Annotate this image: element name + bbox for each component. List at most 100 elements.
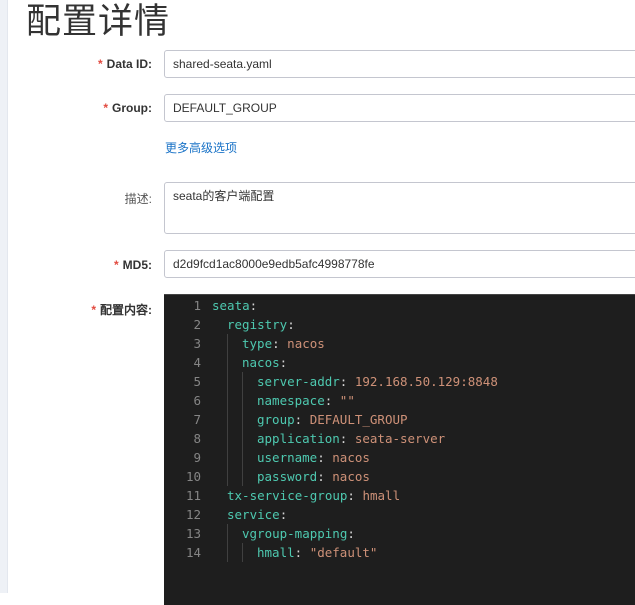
group-label-text: Group: (112, 101, 152, 115)
indent-guide (212, 353, 227, 372)
data-id-label: * Data ID: (98, 57, 152, 71)
yaml-key: vgroup-mapping (242, 526, 348, 541)
code-line: 8 application: seata-server (164, 429, 635, 448)
code-line: 7 group: DEFAULT_GROUP (164, 410, 635, 429)
yaml-colon: : (317, 469, 325, 484)
yaml-key: type (242, 336, 273, 351)
code-line: 3 type: nacos (164, 334, 635, 353)
line-number: 9 (193, 450, 201, 465)
indent-guide (242, 391, 257, 410)
indent-guide (227, 467, 242, 486)
sidebar-edge (0, 0, 8, 593)
code-line: 2 registry: (164, 315, 635, 334)
data-id-field[interactable] (164, 50, 635, 78)
indent-guide (212, 467, 227, 486)
indent-guide (242, 429, 257, 448)
indent-guide (242, 467, 257, 486)
yaml-key: group (257, 412, 295, 427)
code-content: application: seata-server (212, 429, 445, 448)
line-number: 2 (193, 317, 201, 332)
yaml-colon: : (287, 317, 295, 332)
code-content: server-addr: 192.168.50.129:8848 (212, 372, 498, 391)
yaml-value: nacos (324, 469, 370, 484)
indent-guide (242, 372, 257, 391)
code-content: hmall: "default" (212, 543, 377, 562)
description-label-text: 描述: (124, 192, 152, 206)
yaml-value: DEFAULT_GROUP (302, 412, 408, 427)
yaml-key: username (257, 450, 318, 465)
code-content: registry: (212, 315, 295, 334)
advanced-options-link[interactable]: 更多高级选项 (165, 139, 237, 156)
required-mark: * (103, 101, 108, 115)
code-content: namespace: "" (212, 391, 355, 410)
line-number: 1 (193, 298, 201, 313)
line-number: 12 (185, 507, 201, 522)
code-content: tx-service-group: hmall (212, 486, 400, 505)
md5-field[interactable] (164, 250, 635, 278)
code-line: 9 username: nacos (164, 448, 635, 467)
yaml-value: hmall (354, 488, 401, 503)
indent-guide (212, 543, 227, 562)
line-number: 11 (185, 488, 201, 503)
yaml-key: namespace (257, 393, 325, 408)
yaml-value: nacos (279, 336, 325, 351)
code-line: 1 seata: (164, 296, 635, 315)
indent-guide (212, 429, 227, 448)
indent-guide (242, 448, 257, 467)
yaml-colon: : (347, 488, 355, 503)
md5-label-text: MD5: (122, 258, 152, 272)
code-content: type: nacos (212, 334, 325, 353)
yaml-key: nacos (242, 355, 280, 370)
code-editor[interactable]: 1 seata: 2 registry: 3 type: nacos 4 nacos: 5 ser… (164, 294, 635, 605)
code-line: 14 hmall: "default" (164, 543, 635, 562)
indent-guide (242, 410, 257, 429)
code-line: 5 server-addr: 192.168.50.129:8848 (164, 372, 635, 391)
indent-guide (227, 448, 242, 467)
yaml-colon: : (272, 336, 280, 351)
yaml-colon: : (249, 298, 258, 313)
indent-guide (227, 372, 242, 391)
indent-guide (227, 391, 242, 410)
content-label-text: 配置内容: (100, 303, 152, 317)
indent-guide (227, 524, 242, 543)
code-line: 13 vgroup-mapping: (164, 524, 635, 543)
code-content: group: DEFAULT_GROUP (212, 410, 408, 429)
yaml-value: seata-server (347, 431, 446, 446)
required-mark: * (97, 57, 103, 71)
yaml-key: tx-service-group (227, 488, 348, 503)
yaml-value: nacos (324, 450, 370, 465)
yaml-colon: : (347, 526, 355, 541)
code-content: service: (212, 505, 287, 524)
yaml-key: server-addr (257, 374, 340, 389)
md5-label: * MD5: (114, 258, 152, 272)
yaml-colon: : (279, 507, 288, 522)
yaml-key: service (227, 507, 280, 522)
line-number: 10 (185, 469, 201, 484)
code-content: seata: (212, 296, 257, 315)
code-content: nacos: (212, 353, 287, 372)
line-number: 14 (185, 545, 201, 560)
indent-guide (227, 410, 242, 429)
yaml-value: "" (332, 393, 355, 408)
content-label: * 配置内容: (91, 301, 152, 318)
indent-guide (212, 334, 227, 353)
line-number: 3 (193, 336, 201, 351)
indent-guide (242, 543, 257, 562)
description-field[interactable]: seata的客户端配置 (164, 182, 635, 234)
page-title: 配置详情 (26, 2, 171, 42)
line-number: 7 (193, 412, 201, 427)
indent-guide (227, 353, 242, 372)
group-field[interactable] (164, 94, 635, 122)
code-line: 11 tx-service-group: hmall (164, 486, 635, 505)
yaml-key: application (257, 431, 340, 446)
indent-guide (212, 448, 227, 467)
line-number: 13 (185, 526, 201, 541)
line-number: 8 (193, 431, 201, 446)
code-line: 12 service: (164, 505, 635, 524)
data-id-label-text: Data ID: (106, 57, 152, 71)
indent-guide (227, 429, 242, 448)
yaml-colon: : (279, 355, 288, 370)
code-line: 4 nacos: (164, 353, 635, 372)
code-line: 6 namespace: "" (164, 391, 635, 410)
indent-guide (212, 315, 227, 334)
